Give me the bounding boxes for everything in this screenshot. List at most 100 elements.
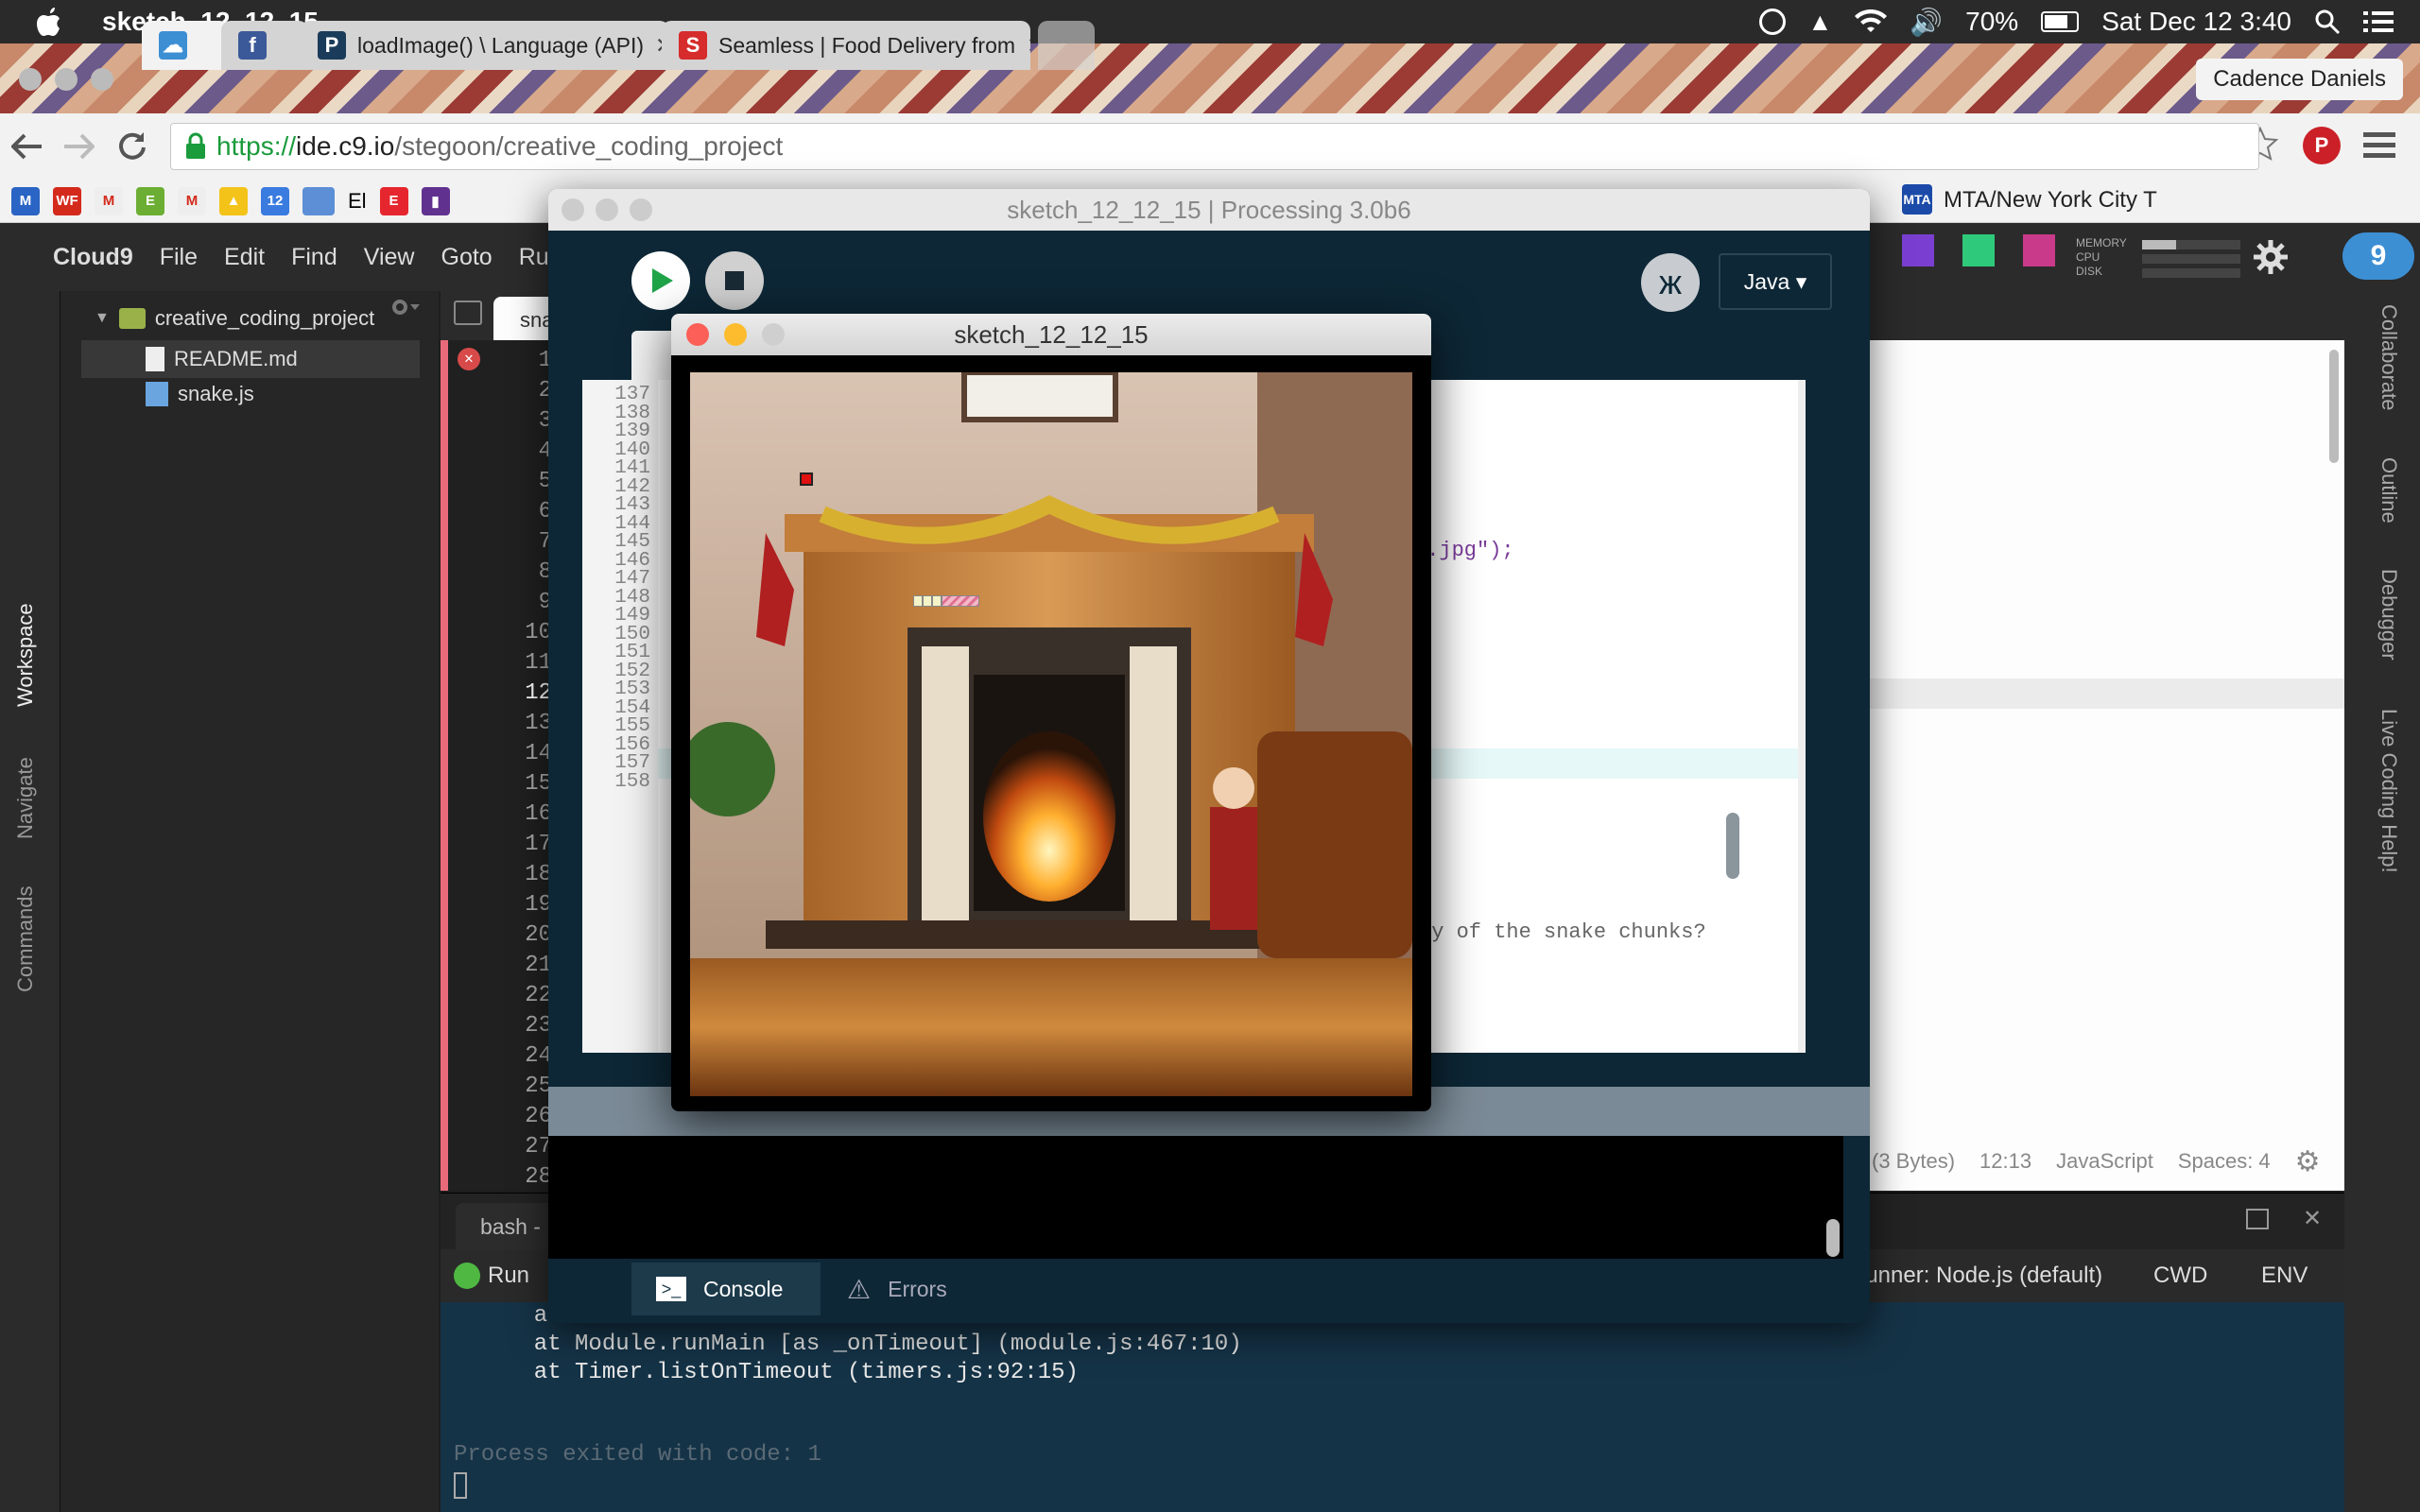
c9-logo[interactable]: Cloud9 [53,244,133,271]
minimize-window-button[interactable] [55,68,78,91]
sync-icon[interactable] [1758,9,1786,35]
menu-edit[interactable]: Edit [224,244,265,271]
profile-name[interactable]: Cadence Daniels [2196,59,2403,100]
tab-debugger[interactable]: Debugger [2377,569,2401,661]
tree-root[interactable]: ▼ creative_coding_project [95,306,374,331]
tree-file-snake[interactable]: snake.js [146,382,254,406]
address-bar[interactable]: https://ide.c9.io/stegoon/creative_codin… [170,123,2259,170]
terminal-output[interactable]: at at Module.runMain [as _onTimeout] (mo… [441,1302,2344,1512]
zoom-window-button[interactable] [630,198,652,221]
line-number: 25 [525,1074,552,1099]
line-number: 139 [614,421,650,442]
pinterest-icon[interactable]: P [2303,127,2341,164]
menu-file[interactable]: File [160,244,198,271]
play-button[interactable] [631,251,690,310]
avatar[interactable] [1962,234,1995,266]
menu-goto[interactable]: Goto [441,244,493,271]
runner-select[interactable]: Runner: Node.js (default) [1849,1263,2102,1289]
close-tab-icon[interactable]: ✕ [1027,33,1030,59]
bookmark-wf-icon[interactable]: WF [53,186,81,215]
forward-arrow-icon[interactable] [62,132,95,161]
tab-processing-loadimage[interactable]: PloadImage() \ Language (API)✕ [301,21,669,70]
editor-gear-icon[interactable]: ⚙ [2295,1145,2321,1178]
url-path: /stegoon/creative_coding_project [394,131,784,161]
wifi-icon[interactable] [1855,9,1888,34]
editor-scrollbar[interactable] [2329,350,2339,463]
new-tab-button[interactable] [1038,21,1095,70]
close-window-button[interactable] [19,68,42,91]
tab-outline[interactable]: Outline [2377,457,2401,524]
reload-icon[interactable] [117,130,147,161]
processing-scrollbar-thumb[interactable] [1726,813,1739,879]
tab-facebook[interactable]: f [221,21,308,70]
calendar-icon[interactable]: 12 [261,186,289,215]
console-scrollbar[interactable] [1826,1219,1840,1257]
drive-bookmark-icon[interactable]: ▲ [219,186,248,215]
restore-panel-icon[interactable] [2246,1209,2269,1229]
tab-commands[interactable]: Commands [13,886,38,992]
notification-center-icon[interactable] [2363,9,2394,34]
mode-select[interactable]: Java ▾ [1719,253,1832,310]
tab-workspace[interactable]: Workspace [13,603,38,707]
spotlight-search-icon[interactable] [2314,9,2341,35]
evernote-icon[interactable]: E [136,186,164,215]
tab-errors[interactable]: ⚠ Errors [822,1263,993,1315]
tab-seamless[interactable]: S Seamless | Food Delivery from ✕ [662,21,1030,70]
indent-setting[interactable]: Spaces: 4 [2178,1149,2271,1174]
minimize-window-button[interactable] [596,198,618,221]
tree-file-label: snake.js [178,382,254,405]
close-window-button[interactable] [562,198,584,221]
tab-console[interactable]: >_ Console [631,1263,821,1315]
syntax-mode[interactable]: JavaScript [2056,1149,2153,1174]
debug-butterfly-icon[interactable]: ж [1641,253,1700,312]
back-arrow-icon[interactable] [11,132,43,161]
tree-settings-gear-icon[interactable] [388,293,420,321]
stop-button[interactable] [705,251,764,310]
tab-cloud9[interactable]: ☁ [142,21,229,70]
caret-down-icon[interactable]: ▼ [95,310,110,327]
tree-file-readme[interactable]: README.md [81,340,420,378]
bookmark-edu-icon[interactable]: E [379,186,408,215]
meter-disk: DISK [2076,265,2103,278]
menu-find[interactable]: Find [291,244,337,271]
sketch-canvas[interactable] [690,372,1412,1096]
c9-cloud-icon[interactable]: 9 [2342,232,2414,280]
tab-navigate[interactable]: Navigate [13,757,38,839]
close-window-button[interactable] [686,323,709,346]
gmail-icon[interactable]: M [95,186,123,215]
line-numbers: 137 138 139 140 141 142 143 144 145 146 147 148 149 1… [582,380,658,791]
bookmark-mta-label[interactable]: MTA/New York City T [1944,187,2157,214]
tab-collaborate[interactable]: Collaborate [2377,304,2401,411]
zoom-window-button[interactable] [762,323,785,346]
run-button[interactable]: Run [488,1263,529,1289]
bookmark-el-label[interactable]: El [348,189,367,214]
clock[interactable]: Sat Dec 12 3:40 [2101,7,2291,37]
error-marker-icon[interactable]: ✕ [458,348,480,370]
snake-body [913,595,979,607]
apple-icon[interactable] [36,6,64,38]
battery-icon[interactable] [2041,11,2080,32]
mta-icon[interactable]: MTA [1902,184,1932,215]
gmail-2-icon[interactable]: M [178,186,206,215]
volume-icon[interactable]: 🔊 [1910,7,1943,38]
tab-live-coding-help[interactable]: Live Coding Help! [2377,709,2401,873]
folder-icon[interactable] [302,186,335,215]
drive-icon[interactable]: ▲ [1808,8,1833,37]
panel-toggle-icon[interactable] [454,301,482,325]
menu-view[interactable]: View [364,244,415,271]
run-play-icon[interactable] [454,1263,480,1289]
cwd-button[interactable]: CWD [2153,1263,2207,1289]
zoom-window-button[interactable] [91,68,113,91]
close-panel-icon[interactable]: ✕ [2303,1205,2322,1232]
line-number: 11 [525,650,552,676]
settings-gear-icon[interactable] [2254,240,2288,274]
snake-chunk [932,595,942,607]
env-button[interactable]: ENV [2261,1263,2308,1289]
cursor-position[interactable]: 12:13 [1979,1149,2031,1174]
avatar[interactable] [1902,234,1934,266]
chrome-menu-icon[interactable] [2363,130,2395,161]
minimize-window-button[interactable] [724,323,747,346]
avatar[interactable] [2023,234,2055,266]
bookmark-m-icon[interactable]: M [11,186,40,215]
bookmark-purple-icon[interactable]: ▮ [421,186,450,215]
